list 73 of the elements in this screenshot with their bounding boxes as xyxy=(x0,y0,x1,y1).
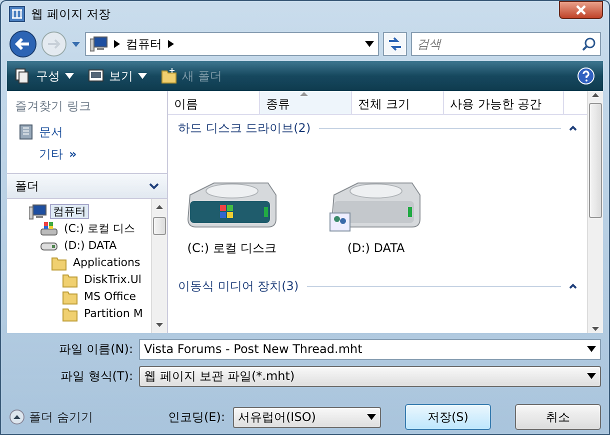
history-caret-icon[interactable] xyxy=(71,40,81,48)
hide-folders-button[interactable]: 폴더 숨기기 xyxy=(9,408,93,426)
sort-arrow-icon xyxy=(300,92,308,96)
tree-item[interactable]: DiskTrix.Ul xyxy=(81,272,144,287)
drive-icon xyxy=(40,220,58,236)
scrollbar-thumb[interactable] xyxy=(153,217,166,235)
folder-icon xyxy=(62,306,78,322)
column-header[interactable]: 종류 xyxy=(260,91,352,114)
newfolder-icon xyxy=(161,68,177,84)
view-icon xyxy=(88,68,104,84)
window-title: 웹 페이지 저장 xyxy=(31,6,111,23)
drive-label[interactable]: (C:) 로컬 디스크 xyxy=(187,239,277,257)
favorite-link[interactable]: 문서 xyxy=(7,121,167,143)
tree-item[interactable]: MS Office xyxy=(81,289,140,304)
column-header[interactable]: 전체 크기 xyxy=(352,91,444,114)
scrollbar[interactable] xyxy=(587,91,603,333)
breadcrumb-arrow-icon[interactable] xyxy=(168,40,174,48)
address-bar[interactable]: 컴퓨터 xyxy=(85,32,379,56)
scroll-down-icon[interactable] xyxy=(156,322,163,327)
close-icon xyxy=(575,5,587,15)
folder-icon xyxy=(62,288,78,304)
organize-icon xyxy=(15,68,31,84)
field-label: 인코딩(E): xyxy=(168,409,225,426)
collapse-icon xyxy=(9,409,25,425)
dropdown[interactable]: 웹 페이지 보관 파일(*.mht) xyxy=(139,366,601,386)
scroll-up-icon[interactable] xyxy=(592,93,599,97)
document-icon xyxy=(19,124,33,140)
search-icon[interactable] xyxy=(582,37,596,51)
dropdown-caret-icon xyxy=(138,73,147,79)
tree-item[interactable]: 컴퓨터 xyxy=(50,204,89,219)
dropdown-caret-icon[interactable] xyxy=(365,41,374,47)
help-icon[interactable] xyxy=(577,67,595,85)
folder-icon xyxy=(51,254,67,270)
field-label: 파일 이름(N): xyxy=(58,341,133,358)
scrollbar-thumb[interactable] xyxy=(589,103,602,218)
collapse-icon[interactable] xyxy=(569,125,577,131)
pane-title: 폴더 xyxy=(15,178,39,195)
group-title: 이동식 미디어 장치(3) xyxy=(178,278,299,295)
search-field[interactable]: 검색 xyxy=(411,32,601,56)
back-button[interactable] xyxy=(9,30,37,58)
input-field[interactable]: Vista Forums - Post New Thread.mht xyxy=(139,338,601,360)
computer-icon xyxy=(29,204,47,220)
dropdown[interactable]: 서유럽어(ISO) xyxy=(233,406,381,428)
dropdown-caret-icon xyxy=(367,414,376,420)
window-icon xyxy=(9,6,25,22)
favorite-link[interactable]: 기타 » xyxy=(7,143,167,165)
chevron-down-icon[interactable] xyxy=(149,182,159,190)
tree-item[interactable]: (C:) 로컬 디스 xyxy=(61,221,138,236)
section-title: 즐겨찾기 링크 xyxy=(14,98,92,115)
collapse-icon[interactable] xyxy=(569,283,577,289)
computer-icon xyxy=(90,36,108,52)
dropdown-caret-icon xyxy=(65,73,74,79)
scroll-up-icon[interactable] xyxy=(156,204,163,209)
tree-item[interactable]: Applications xyxy=(70,255,144,270)
refresh-button[interactable] xyxy=(383,32,407,56)
group-title: 하드 디스크 드라이브(2) xyxy=(178,120,311,137)
breadcrumb-item[interactable]: 컴퓨터 xyxy=(126,35,162,53)
drive-label[interactable]: (D:) DATA xyxy=(347,239,405,257)
dropdown-caret-icon xyxy=(587,373,596,379)
breadcrumb-arrow-icon xyxy=(114,40,120,48)
folder-icon xyxy=(62,272,78,288)
save-button[interactable]: 저장(S) xyxy=(405,404,491,430)
scroll-down-icon[interactable] xyxy=(592,327,599,331)
field-label: 파일 형식(T): xyxy=(59,368,133,385)
cancel-button[interactable]: 취소 xyxy=(515,404,601,430)
close-button[interactable] xyxy=(559,1,603,19)
scrollbar[interactable] xyxy=(151,199,167,333)
dropdown-caret-icon xyxy=(587,346,596,352)
column-header[interactable]: 사용 가능한 공간 xyxy=(444,91,564,114)
tree-item[interactable]: (D:) DATA xyxy=(61,238,120,253)
toolbar-button[interactable]: 구성 xyxy=(15,67,74,85)
toolbar-button[interactable]: 보기 xyxy=(88,67,147,85)
tree-item[interactable]: Partition M xyxy=(81,306,146,321)
